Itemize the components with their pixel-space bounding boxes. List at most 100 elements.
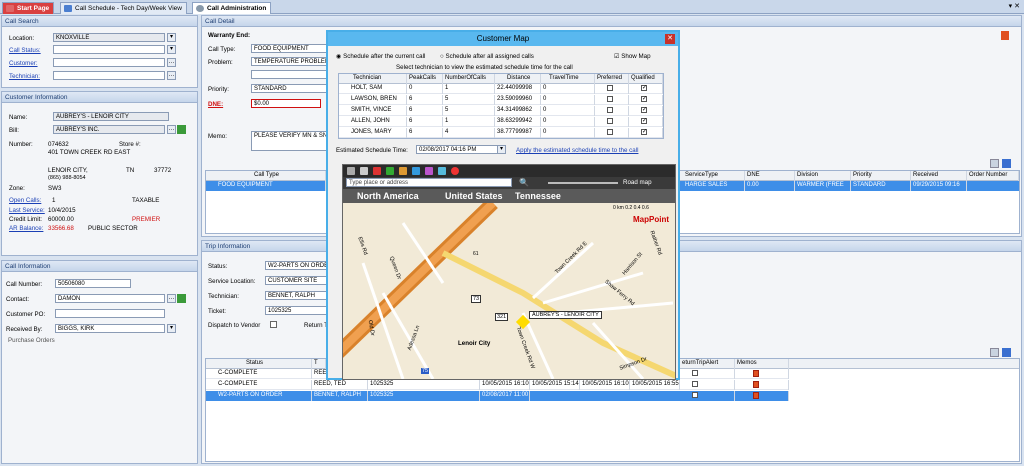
priority-field[interactable]: STANDARD [251, 84, 329, 93]
tab-call-schedule[interactable]: Call Schedule - Tech Day/Week View [60, 2, 187, 14]
flag-icon[interactable] [1001, 31, 1009, 40]
call-type-field[interactable]: FOOD EQUIPMENT [251, 44, 329, 53]
close-icon[interactable]: ✕ [665, 34, 675, 44]
name-field[interactable]: AUBREY'S - LENOIR CITY [53, 112, 169, 121]
search-icon[interactable]: 🔍 [519, 178, 529, 187]
window-controls[interactable]: ▾ ✕ [1009, 2, 1020, 10]
col-t[interactable]: T [312, 359, 326, 369]
print-icon[interactable] [990, 159, 999, 168]
schedule-all-radio[interactable]: ○ Schedule after all assigned calls [440, 53, 534, 60]
tab-start-page[interactable]: Start Page [2, 2, 55, 14]
memo-icon[interactable] [753, 392, 759, 399]
draw-icon[interactable] [398, 167, 407, 175]
col-number-of-calls[interactable]: NumberOfCalls [443, 74, 495, 84]
breadcrumb-item[interactable]: North America [357, 191, 419, 201]
problem-field[interactable]: TEMPERATURE PROBLEM [251, 57, 329, 66]
contact-field[interactable]: DAMON [55, 294, 165, 303]
col-peak-calls[interactable]: PeakCalls [407, 74, 443, 84]
qualified-checkbox[interactable]: ✓ [641, 107, 647, 113]
col-technician[interactable]: Technician [339, 74, 407, 84]
status-field[interactable]: W2-PARTS ON ORDE [265, 261, 329, 270]
return-trip-checkbox[interactable] [692, 381, 698, 387]
breadcrumb-item[interactable]: United States [445, 191, 503, 201]
dne-field[interactable]: $0.00 [251, 99, 321, 108]
ellipsis-icon[interactable]: … [167, 71, 176, 80]
col-return-trip-alert[interactable]: eturnTripAlert [680, 359, 735, 369]
memo-icon[interactable] [753, 370, 759, 377]
preferred-checkbox[interactable] [607, 118, 613, 124]
map-search-input[interactable]: Type place or address [346, 178, 512, 187]
col-order-number[interactable]: Order Number [967, 171, 1019, 181]
chevron-down-icon[interactable]: ▾ [497, 145, 506, 154]
col-service-type[interactable]: ServiceType [683, 171, 745, 181]
technician-link[interactable]: Technician: [9, 73, 40, 80]
technician-row[interactable]: ALLEN, JOHN 6 1 38.63299942 0 ✓ [339, 117, 663, 127]
customer-field[interactable] [53, 58, 165, 67]
map-view[interactable]: Type place or address 🔍 Road map North A… [342, 164, 676, 380]
col-travel-time[interactable]: TravelTime [541, 74, 595, 84]
ellipsis-icon[interactable]: … [167, 125, 176, 134]
customer-po-field[interactable] [55, 309, 165, 318]
technician-field[interactable]: BENNET, RALPH [265, 291, 329, 300]
col-received[interactable]: Received [911, 171, 967, 181]
col-preferred[interactable]: Preferred [595, 74, 629, 84]
call-status-link[interactable]: Call Status: [9, 47, 41, 54]
col-call-type[interactable]: Call Type [206, 171, 326, 181]
preferred-checkbox[interactable] [607, 107, 613, 113]
add-icon[interactable] [177, 125, 186, 134]
technician-row[interactable]: JONES, MARY 6 4 38.77799987 0 ✓ [339, 128, 663, 138]
col-status[interactable]: Status [206, 359, 312, 369]
schedule-current-radio[interactable]: ◉ Schedule after the current call [336, 53, 425, 60]
qualified-checkbox[interactable]: ✓ [641, 96, 647, 102]
print-icon[interactable] [990, 348, 999, 357]
estimated-time-field[interactable]: 02/08/2017 04:16 PM [416, 145, 504, 154]
open-calls-link[interactable]: Open Calls: [9, 197, 41, 204]
return-trip-checkbox[interactable] [692, 392, 698, 398]
dispatch-checkbox[interactable] [270, 321, 277, 328]
col-distance[interactable]: Distance [495, 74, 541, 84]
undo-icon[interactable] [437, 167, 446, 175]
table-row[interactable]: C-COMPLETE REED, TED 1025325 10/05/2015 … [206, 380, 789, 390]
last-service-link[interactable]: Last Service: [9, 207, 45, 214]
zoom-slider[interactable] [548, 182, 618, 184]
technician-row[interactable]: HOLT, SAM 0 1 22.44099998 0 ✓ [339, 84, 663, 94]
table-row[interactable]: W2-PARTS ON ORDER BENNET, RALPH 1025325 … [206, 391, 789, 401]
chevron-down-icon[interactable]: ▾ [167, 33, 176, 42]
qualified-checkbox[interactable]: ✓ [641, 129, 647, 135]
road-map-selector[interactable]: Road map [623, 179, 652, 186]
call-status-field[interactable] [53, 45, 165, 54]
save-icon[interactable] [347, 167, 355, 175]
chevron-down-icon[interactable]: ▾ [167, 324, 176, 333]
service-location-field[interactable]: CUSTOMER SITE [265, 276, 329, 285]
preferred-checkbox[interactable] [607, 96, 613, 102]
col-dne[interactable]: DNE [745, 171, 795, 181]
ellipsis-icon[interactable]: … [167, 58, 176, 67]
find-icon[interactable] [411, 167, 420, 175]
technician-field[interactable] [53, 71, 165, 80]
ellipsis-icon[interactable]: … [167, 294, 176, 303]
call-number-field[interactable]: 50506080 [55, 279, 131, 288]
technician-row[interactable]: SMITH, VINCE 6 5 34.31499862 0 ✓ [339, 106, 663, 116]
received-by-field[interactable]: BIGGS, KIRK [55, 324, 165, 333]
memo-field[interactable]: PLEASE VERIFY MN & SN - [251, 131, 329, 151]
qualified-checkbox[interactable]: ✓ [641, 85, 647, 91]
help-icon[interactable] [450, 167, 459, 175]
col-memos[interactable]: Memos [735, 359, 789, 369]
memo-icon[interactable] [753, 381, 759, 388]
return-trip-checkbox[interactable] [692, 370, 698, 376]
location-field[interactable]: KNOXVILLE [53, 33, 165, 42]
breadcrumb-item[interactable]: Tennessee [515, 191, 561, 201]
pushpin-icon[interactable] [372, 167, 381, 175]
customer-link[interactable]: Customer: [9, 60, 38, 67]
dne-link[interactable]: DNE: [208, 101, 223, 108]
apply-time-link[interactable]: Apply the estimated schedule time to the… [516, 147, 638, 154]
preferred-checkbox[interactable] [607, 129, 613, 135]
add-icon[interactable] [177, 294, 186, 303]
chevron-down-icon[interactable]: ▾ [167, 45, 176, 54]
route-icon[interactable] [385, 167, 394, 175]
ar-balance-link[interactable]: AR Balance: [9, 225, 43, 232]
layer-icon[interactable] [424, 167, 433, 175]
export-icon[interactable] [1002, 159, 1011, 168]
col-priority[interactable]: Priority [851, 171, 911, 181]
problem-field-2[interactable] [251, 70, 329, 79]
